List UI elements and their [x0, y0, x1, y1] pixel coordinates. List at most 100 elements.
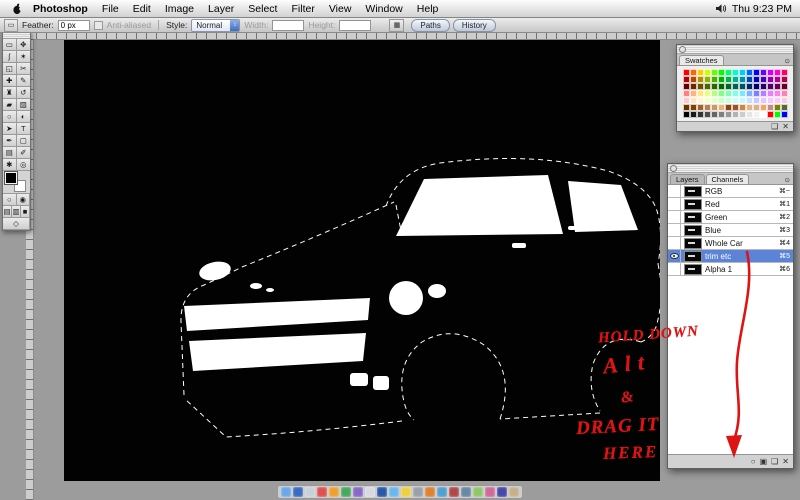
- swatch[interactable]: [704, 90, 711, 97]
- swatch[interactable]: [781, 76, 788, 83]
- dock-icon[interactable]: [293, 487, 303, 497]
- swatch[interactable]: [683, 90, 690, 97]
- visibility-toggle[interactable]: [668, 185, 681, 197]
- swatch[interactable]: [739, 97, 746, 104]
- swatch[interactable]: [718, 104, 725, 111]
- swatch[interactable]: [732, 83, 739, 90]
- swatch[interactable]: [697, 90, 704, 97]
- palette-menu-icon[interactable]: ⊙: [785, 57, 793, 65]
- swatch[interactable]: [753, 90, 760, 97]
- feather-input[interactable]: [58, 20, 90, 31]
- swatch[interactable]: [725, 111, 732, 118]
- swatch[interactable]: [774, 69, 781, 76]
- swatch[interactable]: [781, 83, 788, 90]
- tab-layers[interactable]: Layers: [670, 174, 705, 184]
- menu-select[interactable]: Select: [241, 3, 284, 15]
- dock-icon[interactable]: [425, 487, 435, 497]
- pen-tool[interactable]: ✒: [3, 135, 17, 147]
- new-swatch-button[interactable]: ❏: [771, 123, 778, 131]
- dock-icon[interactable]: [365, 487, 375, 497]
- swatch[interactable]: [739, 83, 746, 90]
- swatch[interactable]: [711, 97, 718, 104]
- current-tool-icon[interactable]: ▭: [4, 19, 18, 32]
- dock-icon[interactable]: [437, 487, 447, 497]
- swatch[interactable]: [718, 97, 725, 104]
- magic-wand-tool[interactable]: ✶: [17, 51, 31, 63]
- swatch[interactable]: [711, 83, 718, 90]
- swatch[interactable]: [718, 76, 725, 83]
- dock-icon[interactable]: [317, 487, 327, 497]
- dock-icon[interactable]: [389, 487, 399, 497]
- swatch[interactable]: [718, 90, 725, 97]
- screen-mode-full-button[interactable]: ■: [21, 206, 30, 218]
- swatch[interactable]: [746, 90, 753, 97]
- crop-tool[interactable]: ◱: [3, 63, 17, 75]
- swatch[interactable]: [725, 76, 732, 83]
- width-input[interactable]: [272, 20, 304, 31]
- swatch[interactable]: [767, 76, 774, 83]
- swatch[interactable]: [697, 111, 704, 118]
- swatch[interactable]: [774, 76, 781, 83]
- swatch[interactable]: [704, 76, 711, 83]
- swatch[interactable]: [760, 90, 767, 97]
- swatch[interactable]: [725, 97, 732, 104]
- swatch[interactable]: [732, 69, 739, 76]
- swatch[interactable]: [753, 69, 760, 76]
- swatch[interactable]: [718, 83, 725, 90]
- delete-swatch-button[interactable]: ✕: [782, 123, 789, 131]
- screen-mode-standard-button[interactable]: ▤: [3, 206, 12, 218]
- rect-marquee-tool[interactable]: ▭: [3, 39, 17, 51]
- horizontal-ruler[interactable]: [26, 32, 800, 40]
- swatch[interactable]: [725, 104, 732, 111]
- swatch[interactable]: [781, 90, 788, 97]
- dock-icon[interactable]: [449, 487, 459, 497]
- swatch[interactable]: [690, 83, 697, 90]
- swatch[interactable]: [746, 83, 753, 90]
- healing-brush-tool[interactable]: ✚: [3, 75, 17, 87]
- dock-icon[interactable]: [377, 487, 387, 497]
- dock-icon[interactable]: [281, 487, 291, 497]
- visibility-toggle[interactable]: [668, 263, 681, 275]
- dock-icon[interactable]: [485, 487, 495, 497]
- swatch[interactable]: [683, 83, 690, 90]
- swatch[interactable]: [746, 69, 753, 76]
- swatch[interactable]: [753, 104, 760, 111]
- style-dropdown[interactable]: Normal ↕: [191, 19, 240, 32]
- screen-mode-menubar-button[interactable]: ▥: [12, 206, 21, 218]
- palette-well-tab-paths[interactable]: Paths: [411, 19, 449, 32]
- visibility-toggle[interactable]: [668, 250, 681, 262]
- anti-aliased-checkbox[interactable]: [94, 21, 103, 30]
- swatch[interactable]: [683, 104, 690, 111]
- swatch[interactable]: [697, 83, 704, 90]
- swatch[interactable]: [704, 97, 711, 104]
- close-icon[interactable]: [670, 165, 677, 172]
- channel-row-whole-car[interactable]: Whole Car⌘4: [668, 237, 793, 250]
- channels-palette-header[interactable]: [668, 164, 793, 173]
- swatch[interactable]: [711, 76, 718, 83]
- channel-row-trim-etc[interactable]: trim etc⌘5: [668, 250, 793, 263]
- delete-channel-button[interactable]: ✕: [782, 458, 789, 466]
- swatch[interactable]: [781, 111, 788, 118]
- swatch[interactable]: [739, 104, 746, 111]
- menu-clock[interactable]: Thu 9:23 PM: [727, 3, 792, 15]
- channel-row-green[interactable]: Green⌘2: [668, 211, 793, 224]
- swatch[interactable]: [725, 69, 732, 76]
- channel-row-blue[interactable]: Blue⌘3: [668, 224, 793, 237]
- palette-well-tab-history[interactable]: History: [453, 19, 496, 32]
- jump-to-imageready-button[interactable]: ◇: [3, 218, 30, 230]
- swatch[interactable]: [690, 104, 697, 111]
- swatch[interactable]: [767, 97, 774, 104]
- eyedropper-tool[interactable]: ✐: [17, 147, 31, 159]
- swatch[interactable]: [774, 104, 781, 111]
- swatch[interactable]: [704, 104, 711, 111]
- swatches-palette-header[interactable]: [677, 45, 793, 54]
- file-browser-icon[interactable]: ▦: [389, 19, 404, 32]
- blur-tool[interactable]: ○: [3, 111, 17, 123]
- palette-menu-icon[interactable]: ⊙: [785, 176, 793, 184]
- swatch[interactable]: [746, 111, 753, 118]
- swatch[interactable]: [760, 97, 767, 104]
- zoom-tool[interactable]: ◎: [17, 159, 31, 171]
- history-brush-tool[interactable]: ↺: [17, 87, 31, 99]
- dock-icon[interactable]: [329, 487, 339, 497]
- swatch[interactable]: [781, 104, 788, 111]
